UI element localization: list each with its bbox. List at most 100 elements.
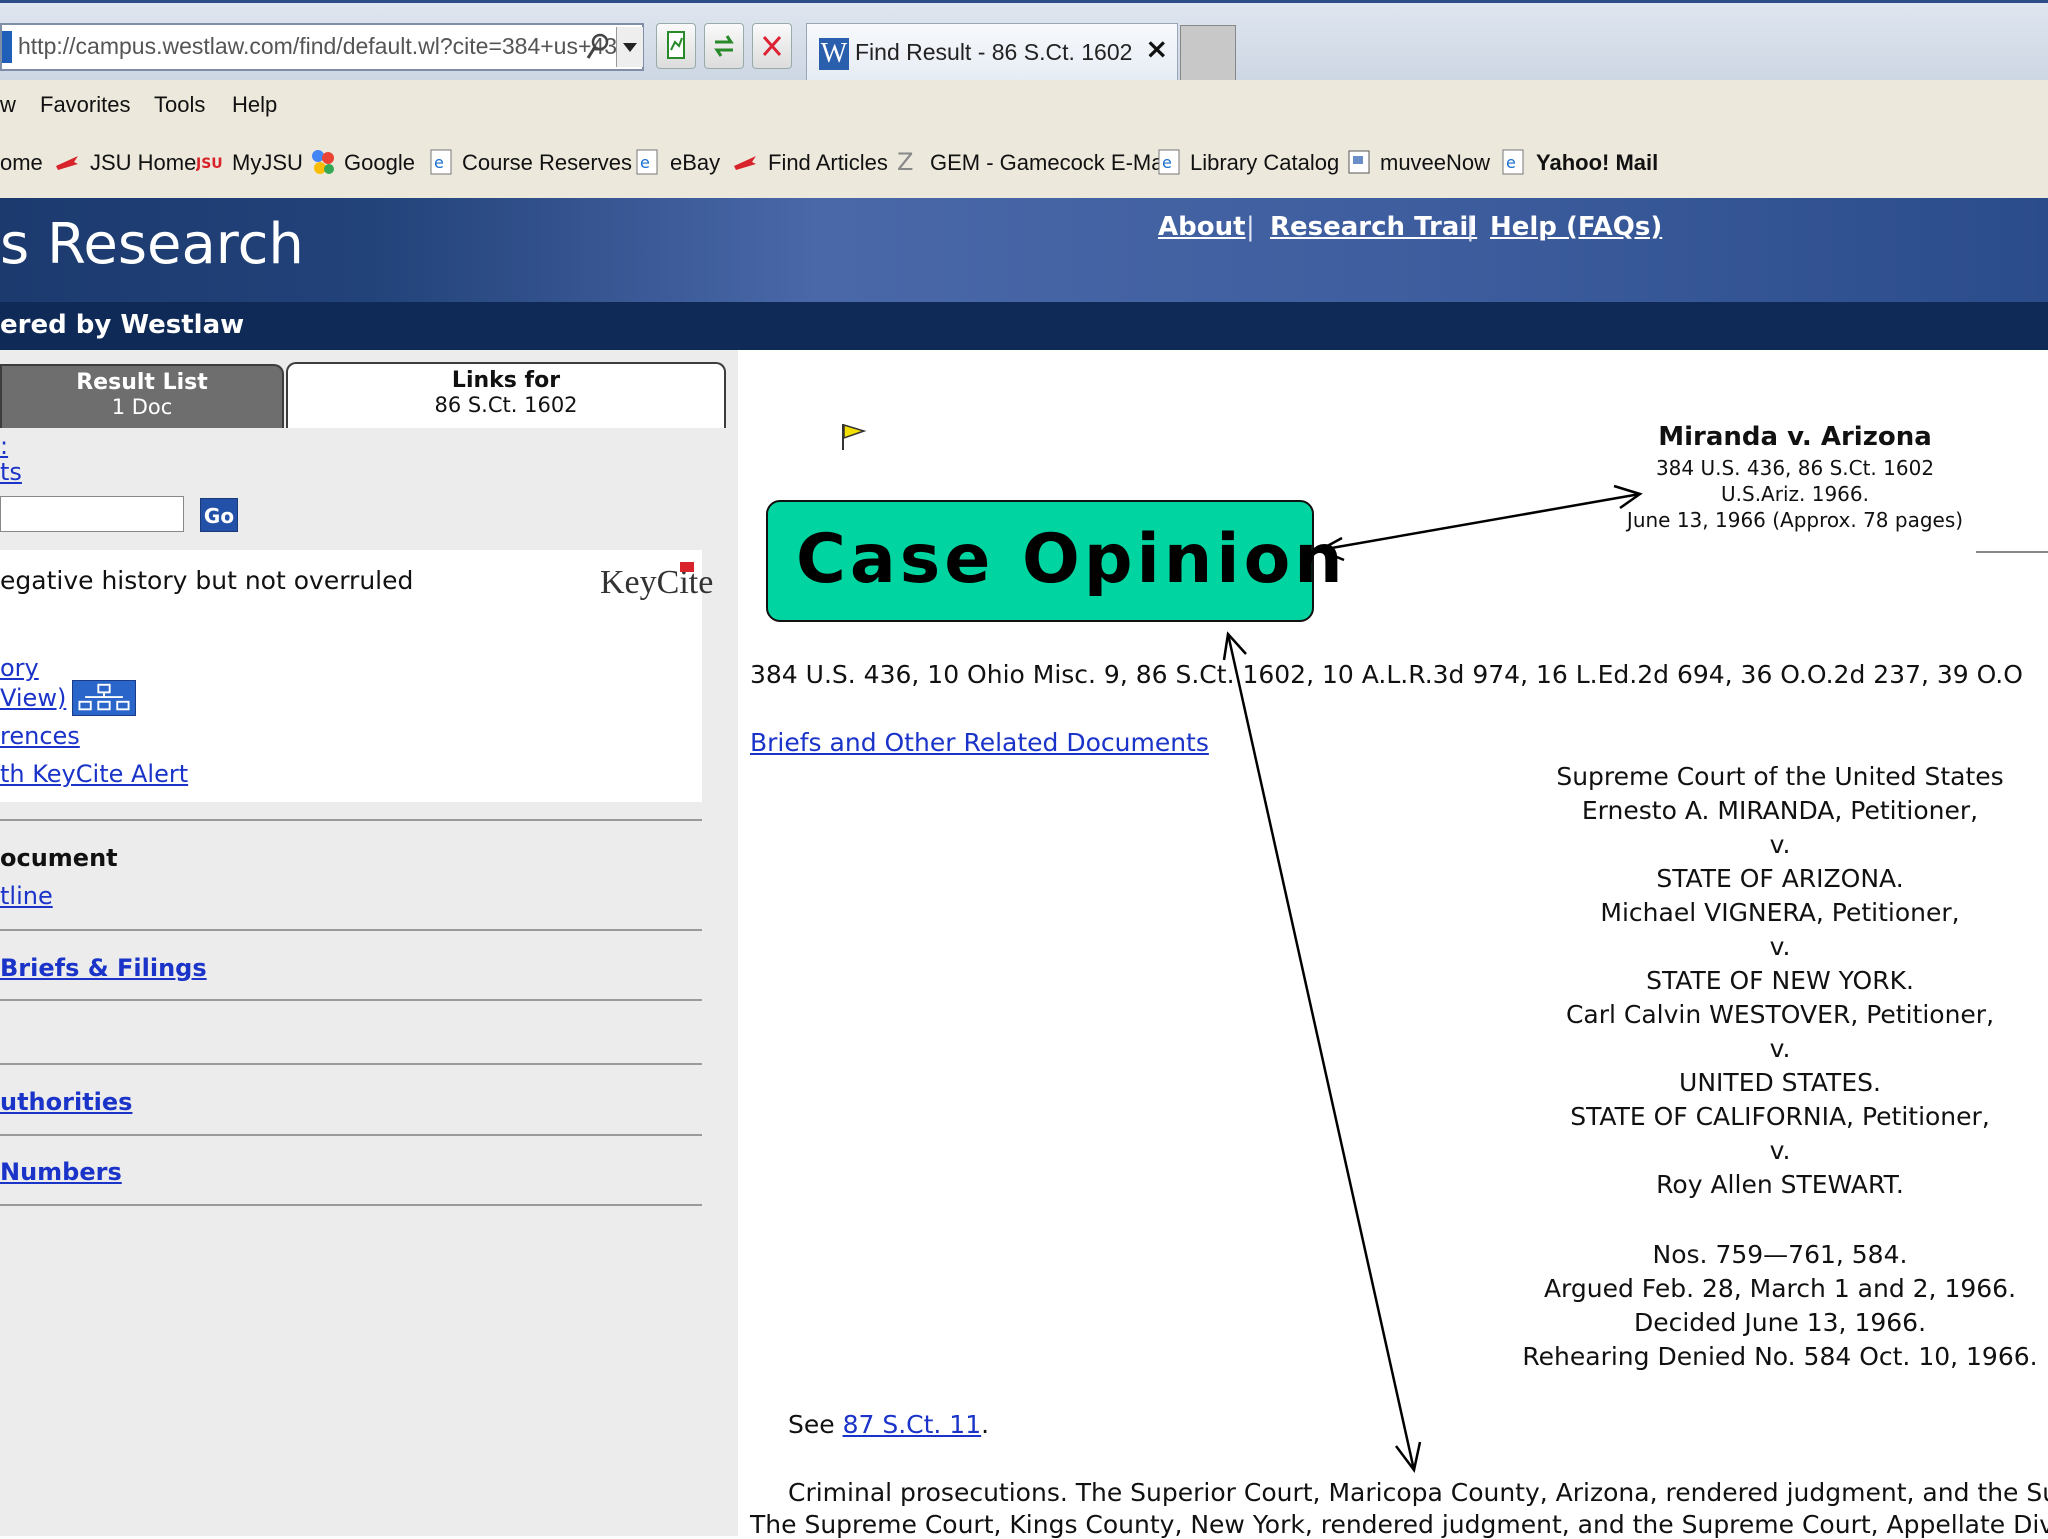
- westlaw-subheader: ered by Westlaw: [0, 302, 2048, 350]
- menu-view[interactable]: w: [0, 92, 16, 118]
- synopsis-line-1: Criminal prosecutions. The Superior Cour…: [788, 1478, 2048, 1507]
- tab-title: Find Result - 86 S.Ct. 1602: [855, 39, 1133, 65]
- caption-line: Carl Calvin WESTOVER, Petitioner,: [1565, 1000, 1995, 1029]
- jsu-logo-icon: JSU: [196, 156, 222, 172]
- about-link[interactable]: About: [1158, 212, 1246, 242]
- fav-myjsu[interactable]: MyJSU: [232, 150, 303, 176]
- page-title: s Research: [0, 212, 304, 277]
- fav-ebay[interactable]: eBay: [670, 150, 720, 176]
- fav-home[interactable]: ome: [0, 150, 43, 176]
- site-favicon-icon: [2, 31, 12, 63]
- docket-line: Nos. 759—761, 584.: [1652, 1240, 1908, 1269]
- address-dropdown-button[interactable]: [616, 27, 643, 67]
- history-link-1[interactable]: ory: [0, 654, 39, 682]
- fav-jsu-home[interactable]: JSU Home: [90, 150, 196, 176]
- divider: [0, 1063, 702, 1065]
- compatibility-view-button[interactable]: [656, 23, 696, 69]
- westlaw-header: s Research About | Research Trail | Help…: [0, 198, 2048, 302]
- caption-line: Supreme Court of the United States: [1556, 762, 2004, 791]
- ie-page-icon: e: [430, 149, 452, 175]
- menu-favorites[interactable]: Favorites: [40, 92, 130, 118]
- research-trail-link[interactable]: Research Trail: [1270, 212, 1477, 242]
- browser-tab-active[interactable]: W Find Result - 86 S.Ct. 1602 ×: [806, 23, 1178, 81]
- references-link[interactable]: rences: [0, 722, 80, 750]
- case-opinion-label: Case Opinion: [796, 520, 1347, 599]
- caption-line: STATE OF NEW YORK.: [1646, 966, 1914, 995]
- svg-text:e: e: [640, 153, 650, 172]
- caption-line: v.: [1769, 932, 1791, 961]
- menu-help[interactable]: Help: [232, 92, 277, 118]
- fav-find-articles[interactable]: Find Articles: [768, 150, 888, 176]
- address-url[interactable]: http://campus.westlaw.com/find/default.w…: [18, 33, 617, 60]
- menu-tools[interactable]: Tools: [154, 92, 205, 118]
- keycite-alert-link[interactable]: th KeyCite Alert: [0, 760, 188, 788]
- caption-line: Ernesto A. MIRANDA, Petitioner,: [1581, 796, 1979, 825]
- divider: [0, 999, 702, 1001]
- link-separator: |: [1246, 212, 1255, 242]
- tab-close-button[interactable]: ×: [1145, 32, 1168, 65]
- fav-gem-email[interactable]: GEM - Gamecock E-Mail: [930, 150, 1173, 176]
- fav-yahoo-mail[interactable]: Yahoo! Mail: [1536, 150, 1658, 176]
- divider: [0, 1134, 702, 1136]
- history-link-2[interactable]: View): [0, 684, 66, 712]
- fav-muveenow[interactable]: muveeNow: [1380, 150, 1490, 176]
- search-icon[interactable]: [586, 31, 610, 63]
- refresh-button[interactable]: [704, 23, 744, 69]
- stop-button[interactable]: [752, 23, 792, 69]
- case-name: Miranda v. Arizona: [1658, 422, 1932, 452]
- authorities-link[interactable]: uthorities: [0, 1088, 132, 1116]
- keycite-status: egative history but not overruled: [0, 566, 414, 595]
- help-faqs-link[interactable]: Help (FAQs): [1490, 212, 1662, 242]
- tab-links-for[interactable]: Links for 86 S.Ct. 1602: [286, 362, 726, 428]
- see-prefix: See: [788, 1410, 843, 1439]
- caption-line: UNITED STATES.: [1679, 1068, 1881, 1097]
- docket-line: Decided June 13, 1966.: [1633, 1308, 1927, 1337]
- google-icon: [312, 150, 334, 174]
- caption-line: Michael VIGNERA, Petitioner,: [1600, 898, 1960, 927]
- link-separator: |: [1466, 212, 1475, 242]
- browser-toolbar: http://campus.westlaw.com/find/default.w…: [0, 0, 2048, 81]
- svg-text:Z: Z: [897, 148, 913, 176]
- svg-text:e: e: [1162, 153, 1172, 172]
- caption-line: v.: [1769, 1136, 1791, 1165]
- fav-library-catalog[interactable]: Library Catalog: [1190, 150, 1339, 176]
- docket-line: Rehearing Denied No. 584 Oct. 10, 1966.: [1522, 1342, 2038, 1371]
- divider: [0, 929, 702, 931]
- decision-date-line: June 13, 1966 (Approx. 78 pages): [1626, 508, 1964, 532]
- left-link-top[interactable]: :: [0, 432, 8, 460]
- caption-line: v.: [1769, 830, 1791, 859]
- citation-line: 384 U.S. 436, 86 S.Ct. 1602: [1655, 456, 1935, 480]
- ie-page-icon: e: [1502, 149, 1524, 175]
- flag-icon[interactable]: [840, 422, 868, 452]
- fav-google[interactable]: Google: [344, 150, 415, 176]
- left-link-results[interactable]: ts: [0, 458, 22, 486]
- case-opinion-callout: Case Opinion: [766, 500, 1343, 622]
- powered-by-label: ered by Westlaw: [0, 310, 245, 340]
- court-year-line: U.S.Ariz. 1966.: [1721, 482, 1869, 506]
- tab-result-count: 1 Doc: [111, 395, 173, 419]
- document-heading: ocument: [0, 844, 118, 872]
- tab-result-list[interactable]: Result List 1 Doc: [0, 364, 284, 428]
- graphical-view-icon[interactable]: [72, 680, 136, 716]
- key-numbers-link[interactable]: Numbers: [0, 1158, 122, 1186]
- keycite-box: egative history but not overruled KeyCit…: [0, 550, 713, 802]
- divider: [0, 819, 702, 821]
- close-icon: [762, 36, 782, 56]
- address-bar[interactable]: http://campus.westlaw.com/find/default.w…: [0, 23, 644, 71]
- app-icon: [1348, 150, 1370, 174]
- new-tab-button[interactable]: [1180, 25, 1236, 81]
- chevron-down-icon: [623, 43, 637, 52]
- parallel-citations: 384 U.S. 436, 10 Ohio Misc. 9, 86 S.Ct. …: [750, 660, 2023, 689]
- caption-line: Roy Allen STEWART.: [1656, 1170, 1904, 1199]
- briefs-related-link[interactable]: Briefs and Other Related Documents: [750, 728, 1209, 757]
- locate-input[interactable]: [0, 496, 184, 532]
- see-citation-link[interactable]: 87 S.Ct. 11: [843, 1410, 982, 1439]
- briefs-filings-link[interactable]: Briefs & Filings: [0, 954, 207, 982]
- go-button[interactable]: Go: [200, 498, 238, 532]
- fav-course-reserves[interactable]: Course Reserves: [462, 150, 632, 176]
- keycite-logo: KeyCite: [600, 564, 714, 601]
- keycite-flag-icon: [680, 562, 694, 572]
- left-panel: Result List 1 Doc Links for 86 S.Ct. 160…: [0, 350, 738, 1536]
- outline-link[interactable]: tline: [0, 882, 53, 910]
- ie-page-icon: e: [636, 149, 658, 175]
